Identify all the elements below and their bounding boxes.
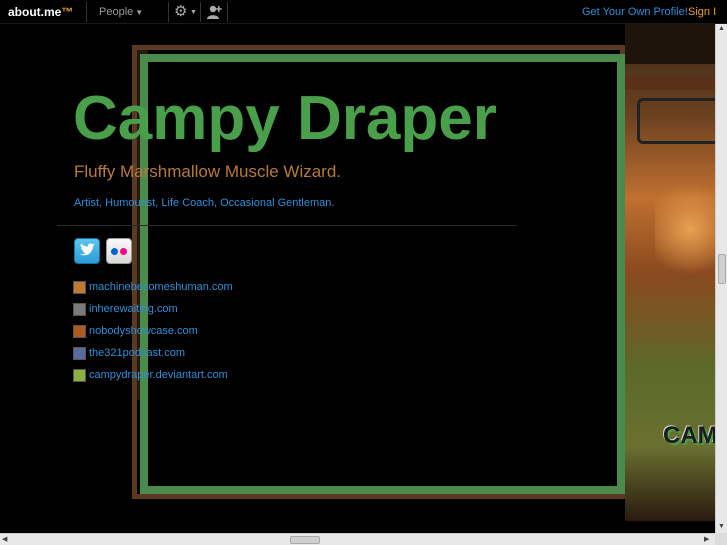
scroll-right-arrow-icon[interactable]: ▶ xyxy=(704,535,709,543)
profile-background-photo: CAM xyxy=(625,24,727,521)
site-favicon-icon xyxy=(73,346,86,360)
people-menu-label: People xyxy=(99,6,134,18)
vertical-scrollbar[interactable]: ▲ ▼ xyxy=(715,24,727,533)
twitter-bird-icon xyxy=(80,243,95,256)
horizontal-scrollbar[interactable]: ◀ ▶ xyxy=(0,533,715,545)
site-favicon-icon xyxy=(73,280,86,294)
chevron-down-icon: ▼ xyxy=(190,9,197,16)
website-link[interactable]: nobodyshowcase.com xyxy=(89,325,198,337)
sign-in-link[interactable]: Sign I xyxy=(688,6,716,18)
chevron-down-icon: ▼ xyxy=(135,8,144,17)
website-link[interactable]: inherewaiting.com xyxy=(89,303,178,315)
add-user-button[interactable] xyxy=(206,4,222,20)
list-item[interactable]: campydraper.deviantart.com xyxy=(73,364,233,386)
photo-brow xyxy=(625,76,727,90)
scroll-up-arrow-icon[interactable]: ▲ xyxy=(718,25,725,32)
scroll-down-arrow-icon[interactable]: ▼ xyxy=(718,523,725,530)
top-nav-bar: about.me™ People ▼ ⚙ ▼ Get Your Own Profil… xyxy=(0,0,727,24)
website-link[interactable]: machinebecomeshuman.com xyxy=(89,281,233,293)
list-item[interactable]: inherewaiting.com xyxy=(73,298,233,320)
list-item[interactable]: the321podcast.com xyxy=(73,342,233,364)
vertical-scroll-thumb[interactable] xyxy=(718,254,726,284)
photo-glasses xyxy=(637,98,727,144)
add-person-icon xyxy=(207,5,222,19)
scrollbar-corner xyxy=(715,533,727,545)
website-link[interactable]: campydraper.deviantart.com xyxy=(89,369,228,381)
deviantart-favicon-icon xyxy=(73,368,86,382)
scroll-left-arrow-icon[interactable]: ◀ xyxy=(2,535,7,543)
site-favicon-icon xyxy=(73,302,86,316)
site-favicon-icon xyxy=(73,324,86,338)
nav-divider xyxy=(200,2,201,22)
nav-divider xyxy=(227,2,228,22)
settings-menu[interactable]: ⚙ ▼ xyxy=(174,2,198,22)
people-menu[interactable]: People ▼ xyxy=(99,6,143,18)
flickr-blue-dot-icon xyxy=(111,248,118,255)
get-your-own-profile-link[interactable]: Get Your Own Profile! xyxy=(582,6,688,18)
photo-hair xyxy=(625,24,727,64)
gear-icon: ⚙ xyxy=(174,3,188,20)
about-me-logo[interactable]: about.me™ xyxy=(8,5,73,19)
profile-tagline: Artist, Humourist, Life Coach, Occasiona… xyxy=(74,197,335,209)
website-link[interactable]: the321podcast.com xyxy=(89,347,185,359)
nav-divider xyxy=(86,2,87,22)
list-item[interactable]: nobodyshowcase.com xyxy=(73,320,233,342)
nav-divider xyxy=(168,2,169,22)
list-item[interactable]: machinebecomeshuman.com xyxy=(73,276,233,298)
content-divider xyxy=(57,225,517,226)
logo-text: about.me xyxy=(8,5,62,19)
flickr-button[interactable] xyxy=(106,238,132,264)
website-links-list: machinebecomeshuman.com inherewaiting.co… xyxy=(73,276,233,386)
photo-caption-text: CAM xyxy=(663,422,718,449)
twitter-button[interactable] xyxy=(74,238,100,264)
flickr-pink-dot-icon xyxy=(120,248,127,255)
horizontal-scroll-thumb[interactable] xyxy=(290,536,320,544)
profile-name: Campy Draper xyxy=(73,84,497,153)
logo-trademark: ™ xyxy=(61,5,74,19)
profile-headline: Fluffy Marshmallow Muscle Wizard. xyxy=(74,162,342,181)
